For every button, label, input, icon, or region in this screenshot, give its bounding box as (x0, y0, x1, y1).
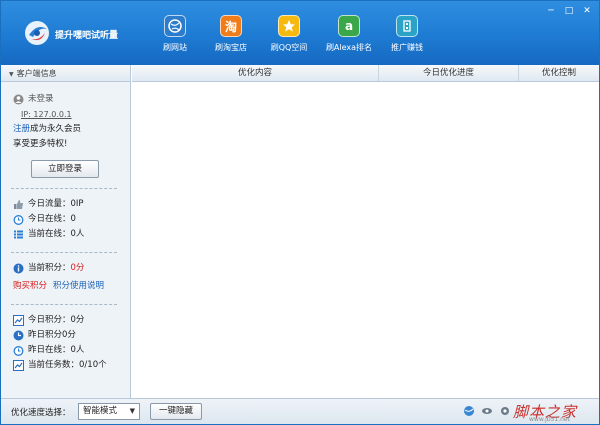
stat-current-tasks: 当前任务数： 0/10个 (13, 358, 120, 373)
privilege-text: 享受更多特权! (13, 139, 68, 149)
stat-current-online: 当前在线： 0人 (13, 227, 120, 242)
nav-label: 刷网站 (163, 43, 187, 52)
speed-mode-value: 智能模式 (83, 406, 118, 416)
app-title: 提升嘿吧试听量 (55, 31, 119, 41)
stat-yesterday-points: 昨日积分 0分 (13, 328, 120, 343)
alexa-icon: a (338, 15, 360, 37)
task-table: 优化内容 今日优化进度 优化控制 (132, 65, 599, 398)
divider (11, 188, 117, 189)
stat-today-points: 今日积分： 0分 (13, 313, 120, 328)
nav-brush-qzone[interactable]: 刷QQ空间 (259, 15, 319, 61)
clock-icon (13, 330, 24, 341)
current-points-row: 当前积分： 0分 (13, 261, 120, 276)
alarm-clock-icon (13, 346, 24, 356)
divider (11, 252, 117, 253)
divider (11, 304, 117, 305)
chart-icon (13, 360, 24, 371)
stat-label: 当前在线： (28, 229, 71, 239)
header-bar: 提升嘿吧试听量 刷网站 淘 刷淘宝店 刷QQ空间 a 刷Alexa排名 推广赚钱… (1, 1, 599, 65)
sidebar-body: 未登录 IP: 127.0.0.1 注册 成为永久会员 享受更多特权! 立即登录… (1, 82, 130, 373)
column-header-progress[interactable]: 今日优化进度 (379, 65, 519, 81)
stat-label: 当前任务数： (28, 360, 80, 370)
points-label: 当前积分： (28, 263, 71, 273)
stat-value: 0IP (70, 199, 84, 209)
nav-promote-earn[interactable]: 推广赚钱 (379, 15, 435, 61)
stat-value: 0分 (62, 330, 76, 340)
minimize-button[interactable]: ─ (543, 5, 559, 18)
stat-value: 0分 (70, 315, 85, 325)
app-logo-icon (25, 21, 49, 45)
login-button[interactable]: 立即登录 (31, 160, 99, 178)
login-status-row: 未登录 (13, 92, 120, 107)
register-text: 成为永久会员 (30, 124, 82, 134)
info-icon (13, 263, 24, 274)
sidebar-header-label: 客户端信息 (16, 69, 57, 78)
stat-label: 昨日积分 (28, 330, 63, 340)
gear-icon[interactable] (499, 405, 511, 417)
taobao-icon: 淘 (220, 15, 242, 37)
ip-address: IP: 127.0.0.1 (21, 110, 72, 119)
column-header-content[interactable]: 优化内容 (132, 65, 379, 81)
stat-value: 0/10个 (79, 360, 107, 370)
stat-yesterday-online: 昨日在线： 0人 (13, 343, 120, 358)
sidebar: ▼ 客户端信息 未登录 IP: 127.0.0.1 注册 成为永久会员 享受更多特… (1, 65, 131, 398)
user-icon (13, 94, 24, 105)
nav-label: 刷QQ空间 (270, 43, 308, 52)
app-window: 提升嘿吧试听量 刷网站 淘 刷淘宝店 刷QQ空间 a 刷Alexa排名 推广赚钱… (0, 0, 600, 425)
list-icon (14, 230, 23, 239)
nav-label: 刷Alexa排名 (325, 43, 373, 52)
stat-label: 今日流量： (28, 199, 71, 209)
table-header: 优化内容 今日优化进度 优化控制 (132, 65, 599, 82)
promote-icon (396, 15, 418, 37)
stat-value: 0人 (70, 345, 85, 355)
nav-brush-taobao[interactable]: 淘 刷淘宝店 (203, 15, 259, 61)
window-controls: ─ □ ✕ (543, 5, 595, 18)
register-link[interactable]: 注册 (13, 122, 30, 137)
eye-icon[interactable] (481, 405, 493, 417)
watermark-url: www.jb51.net (529, 416, 570, 423)
close-button[interactable]: ✕ (579, 5, 595, 18)
points-help-link[interactable]: 积分使用说明 (53, 279, 104, 294)
points-links-row: 购买积分 积分使用说明 (13, 279, 120, 294)
chevron-down-icon: ▼ (129, 407, 135, 415)
nav-label: 刷淘宝店 (215, 43, 247, 52)
stat-label: 昨日在线： (28, 345, 71, 355)
alarm-clock-icon (13, 215, 24, 225)
status-bar: 优化速度选择： 智能模式 ▼ 一键隐藏 脚本之家 www.jb51.net (1, 398, 599, 424)
speed-mode-select[interactable]: 智能模式 ▼ (78, 403, 140, 420)
sidebar-header[interactable]: ▼ 客户端信息 (1, 65, 130, 82)
collapse-triangle-icon: ▼ (9, 71, 14, 78)
nav-brush-website[interactable]: 刷网站 (147, 15, 203, 61)
thumb-up-icon (14, 200, 23, 209)
alexa-glyph: a (344, 19, 354, 33)
taobao-glyph: 淘 (224, 19, 237, 34)
buy-points-link[interactable]: 购买积分 (13, 279, 47, 294)
stat-today-online: 今日在线： 0 (13, 212, 120, 227)
stat-label: 今日在线： (28, 214, 71, 224)
speed-label: 优化速度选择： (11, 408, 71, 418)
stat-value: 0人 (70, 229, 85, 239)
nav-label: 推广赚钱 (391, 43, 423, 52)
maximize-button[interactable]: □ (561, 5, 577, 18)
stat-today-traffic: 今日流量： 0IP (13, 197, 120, 212)
column-header-control[interactable]: 优化控制 (519, 65, 599, 81)
login-status: 未登录 (28, 94, 54, 104)
tray-icons (463, 405, 511, 417)
stat-value: 0 (70, 214, 76, 224)
top-nav: 刷网站 淘 刷淘宝店 刷QQ空间 a 刷Alexa排名 推广赚钱 (147, 15, 435, 61)
qzone-star-icon (278, 15, 300, 37)
globe-icon[interactable] (463, 405, 475, 417)
chart-icon (13, 315, 24, 326)
one-click-hide-button[interactable]: 一键隐藏 (150, 403, 202, 420)
globe-icon (164, 15, 186, 37)
register-row: 注册 成为永久会员 (13, 122, 120, 137)
stat-label: 今日积分： (28, 315, 71, 325)
points-value: 0分 (70, 263, 85, 273)
nav-brush-alexa[interactable]: a 刷Alexa排名 (319, 15, 379, 61)
